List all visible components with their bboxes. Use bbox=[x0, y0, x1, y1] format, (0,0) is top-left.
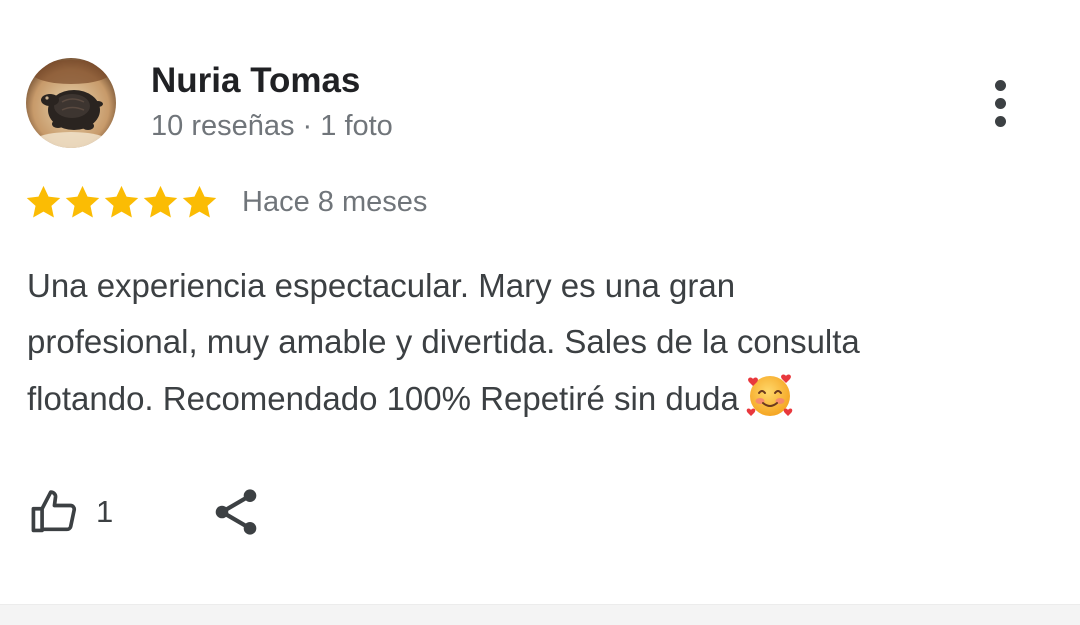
card-divider bbox=[0, 604, 1080, 625]
share-button[interactable] bbox=[208, 484, 264, 540]
star-icon bbox=[104, 185, 139, 217]
share-icon bbox=[215, 489, 257, 535]
review-text-line-content: flotando. Recomendado 100% Repetiré sin … bbox=[27, 380, 739, 417]
star-icon bbox=[182, 185, 217, 217]
review-text-line: flotando. Recomendado 100% Repetiré sin … bbox=[27, 370, 1057, 427]
author-review-count: 10 reseñas · 1 foto bbox=[151, 110, 393, 142]
review-text-line: profesional, muy amable y divertida. Sal… bbox=[27, 314, 1057, 370]
star-icon bbox=[65, 185, 100, 217]
like-button[interactable]: 1 bbox=[28, 484, 128, 540]
review-text-line-content: profesional, muy amable y divertida. Sal… bbox=[27, 323, 860, 360]
like-count: 1 bbox=[96, 494, 114, 529]
more-options-button[interactable] bbox=[982, 74, 1022, 134]
review-text: Una experiencia espectacular. Mary es un… bbox=[27, 258, 1057, 427]
thumb-up-icon bbox=[31, 490, 77, 533]
review-card: Nuria Tomas 10 reseñas · 1 foto Hace 8 m… bbox=[0, 0, 1080, 604]
review-text-line: Una experiencia espectacular. Mary es un… bbox=[27, 267, 736, 304]
star-rating bbox=[24, 180, 220, 224]
star-icon bbox=[26, 185, 61, 217]
rating-row: Hace 8 meses bbox=[24, 180, 427, 224]
star-icon bbox=[143, 185, 178, 217]
avatar-photo bbox=[26, 58, 116, 148]
smiling-face-with-hearts-emoji bbox=[746, 374, 793, 416]
review-date: Hace 8 meses bbox=[242, 186, 428, 218]
author-name[interactable]: Nuria Tomas bbox=[151, 60, 360, 102]
author-avatar[interactable] bbox=[26, 58, 116, 148]
